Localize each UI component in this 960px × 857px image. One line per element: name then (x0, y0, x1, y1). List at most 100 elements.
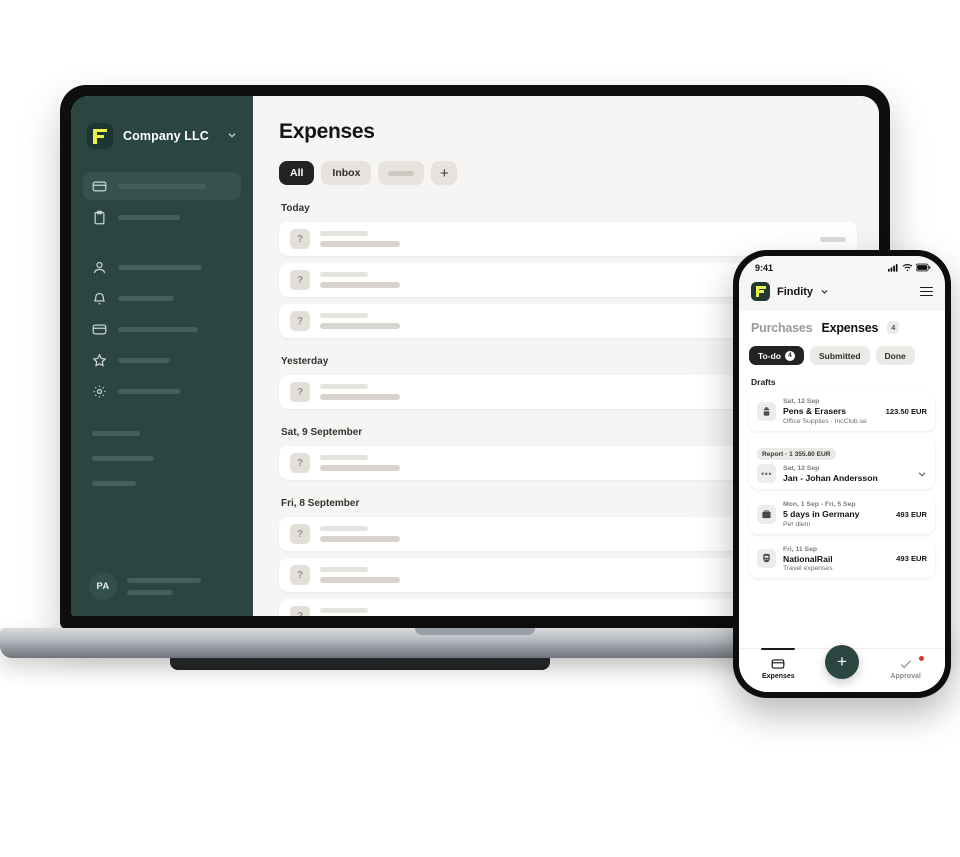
list-item-title: Jan - Johan Andersson (783, 472, 878, 483)
laptop-hinge (170, 658, 550, 670)
list-item-subtitle: Per diem (783, 520, 811, 528)
ellipsis-icon: ••• (757, 464, 776, 483)
screenshot-stage: Company LLC PA Expenses All Inbox + Toda… (0, 0, 960, 857)
sidebar-nav (83, 172, 241, 405)
question-placeholder-icon: ? (290, 606, 310, 616)
chevron-down-icon[interactable] (917, 469, 927, 479)
status-icons (888, 259, 931, 277)
wifi-icon (902, 259, 913, 277)
phone-brand-name: Findity (777, 285, 814, 298)
list-item-subtitle: Office Supplies · IncClub.se (783, 417, 867, 425)
clipboard-icon (92, 210, 107, 225)
chip-all[interactable]: All (279, 161, 315, 185)
avatar: PA (89, 572, 117, 600)
segment-submitted[interactable]: Submitted (809, 346, 870, 365)
phone-tabbar: Expenses + Approval (739, 644, 945, 692)
user-profile[interactable]: PA (83, 572, 241, 600)
profile-skeletons (127, 577, 201, 595)
gear-icon (92, 384, 107, 399)
add-expense-button[interactable]: + (824, 644, 859, 679)
question-placeholder-icon: ? (290, 565, 310, 585)
desktop-sidebar: Company LLC PA (71, 96, 253, 616)
question-placeholder-icon: ? (290, 311, 310, 331)
sidebar-label-skeleton (118, 295, 174, 301)
list-item[interactable]: Mon, 1 Sep - Fri, 5 Sep 5 days in German… (749, 495, 935, 534)
list-item-amount: 123.50 EUR (885, 406, 927, 416)
sidebar-label-skeleton (118, 183, 206, 189)
office-supplies-icon (757, 401, 776, 421)
sidebar-label-skeleton (118, 357, 170, 363)
phone-screen: 9:41 Findity Purchases Expenses 4 To-do … (739, 256, 945, 692)
sidebar-item-settings[interactable] (83, 377, 241, 405)
company-name: Company LLC (123, 129, 209, 143)
list-item-date: Fri, 11 Sep (783, 545, 818, 553)
sidebar-label-skeleton (118, 264, 202, 270)
sidebar-item-notifications[interactable] (83, 284, 241, 312)
question-placeholder-icon: ? (290, 229, 310, 249)
question-placeholder-icon: ? (290, 270, 310, 290)
chip-inbox[interactable]: Inbox (321, 161, 372, 185)
segment-todo-badge: 4 (784, 350, 795, 361)
sidebar-label-skeleton (118, 388, 180, 394)
list-item[interactable]: Sat, 12 Sep Pens & Erasers Office Suppli… (749, 392, 935, 431)
phone-header: Findity (739, 276, 945, 311)
list-item-amount: 493 EUR (896, 509, 927, 519)
question-placeholder-icon: ? (290, 382, 310, 402)
sidebar-item-people[interactable] (83, 253, 241, 281)
notification-dot (918, 656, 924, 661)
footer-skeleton (92, 456, 154, 461)
tab-purchases[interactable]: Purchases (751, 321, 813, 335)
list-item-title: 5 days in Germany (783, 509, 860, 519)
credit-card-icon (92, 179, 107, 194)
list-item-date: Sat, 12 Sep (783, 398, 820, 405)
question-placeholder-icon: ? (290, 524, 310, 544)
list-item-subtitle: Travel expenses (783, 565, 833, 572)
sidebar-item-favorites[interactable] (83, 346, 241, 374)
per-diem-icon (757, 504, 776, 524)
chevron-down-icon[interactable] (820, 287, 829, 296)
sidebar-divider (83, 234, 241, 250)
person-icon (92, 260, 107, 275)
company-switcher[interactable]: Company LLC (83, 114, 241, 154)
cellular-signal-icon (888, 259, 899, 277)
sidebar-item-expenses[interactable] (83, 172, 241, 200)
question-placeholder-icon: ? (290, 453, 310, 473)
status-bar: 9:41 (739, 256, 945, 276)
list-item-report[interactable]: Report · 1 355.80 EUR ••• Sat, 12 Sep Ja… (749, 436, 935, 489)
star-icon (92, 352, 107, 368)
chevron-down-icon (227, 127, 237, 145)
segment-todo-label: To-do (758, 350, 781, 361)
filter-chips: All Inbox + (279, 161, 857, 185)
footer-skeleton (92, 431, 140, 436)
bell-icon (92, 291, 107, 306)
tab-expenses[interactable]: Expenses (821, 321, 878, 335)
profile-skeleton (127, 589, 173, 595)
chip-placeholder[interactable] (378, 161, 425, 185)
phone-device: 9:41 Findity Purchases Expenses 4 To-do … (733, 250, 951, 698)
tabbar-item-expenses[interactable]: Expenses (746, 648, 810, 680)
list-item-amount: 493 EUR (896, 554, 927, 564)
tabbar-label-approval: Approval (890, 673, 921, 680)
list-item-title: Pens & Erasers (783, 406, 847, 416)
status-filter-segments: To-do 4 Submitted Done (749, 346, 935, 365)
sidebar-item-reports[interactable] (83, 203, 241, 231)
findity-logo-icon (87, 123, 113, 149)
section-header-drafts: Drafts (751, 377, 776, 387)
list-item-date: Sat, 12 Sep (783, 464, 820, 472)
profile-skeleton (127, 577, 201, 583)
hamburger-menu-icon[interactable] (920, 286, 933, 297)
sidebar-item-cards[interactable] (83, 315, 241, 343)
add-filter-button[interactable]: + (431, 161, 458, 185)
page-title: Expenses (279, 120, 375, 143)
list-item[interactable]: Fri, 11 Sep NationalRail Travel expenses… (749, 539, 935, 578)
report-badge: Report · 1 355.80 EUR (757, 448, 836, 460)
row-amount-skeleton (820, 236, 846, 242)
tabbar-item-approval[interactable]: Approval (874, 656, 938, 680)
check-icon (899, 657, 913, 671)
footer-skeleton (92, 481, 136, 486)
battery-icon (915, 259, 931, 277)
segment-done[interactable]: Done (875, 346, 915, 365)
credit-card-icon (92, 322, 107, 337)
segment-todo[interactable]: To-do 4 (749, 346, 804, 365)
status-time: 9:41 (755, 263, 774, 273)
